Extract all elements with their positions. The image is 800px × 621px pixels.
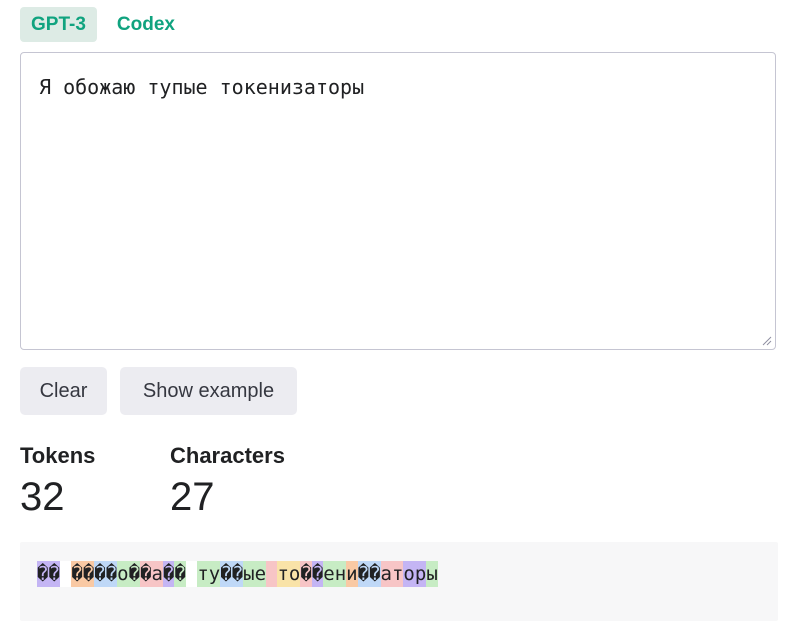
token-span: ен [323,561,347,587]
token-span: � [128,561,141,587]
token-span: и [346,561,358,587]
token-highlight-row: � � � � � � о � � а � � ту � � ые то � � ен и � � ат ор ы [37,561,438,587]
token-span: то [277,561,301,587]
token-span: ор [403,561,427,587]
model-tabs: GPT-3 Codex [20,7,186,42]
token-span: � [174,561,186,587]
prompt-text: Я обожаю тупые токенизаторы [39,75,365,99]
token-span: � [220,561,232,587]
characters-label: Characters [170,443,285,468]
show-example-button[interactable]: Show example [120,367,297,415]
token-span [266,561,278,587]
token-span: � [71,561,83,587]
token-span: � [357,561,370,587]
resize-handle-icon[interactable] [762,336,772,346]
token-span: ат [380,561,404,587]
token-span [59,561,72,587]
token-span: � [48,561,60,587]
token-span: � [300,561,312,587]
token-span: � [231,561,244,587]
characters-stat: Characters 27 [170,443,285,520]
token-span: � [311,561,324,587]
characters-count: 27 [170,475,215,519]
token-span: � [37,561,49,587]
token-output-panel: � � � � � � о � � а � � ту � � ые то � � ен и � � ат ор ы [20,542,778,621]
token-span: а [151,561,163,587]
token-span: ту [197,561,221,587]
prompt-textarea[interactable]: Я обожаю тупые токенизаторы [20,52,776,350]
tokens-count: 32 [20,475,65,519]
tokens-stat: Tokens 32 [20,443,95,520]
token-span: � [94,561,106,587]
token-span: � [369,561,381,587]
token-span: ые [243,561,267,587]
token-span: � [105,561,118,587]
token-span: � [82,561,95,587]
token-span: ы [426,561,438,587]
tokens-label: Tokens [20,443,96,468]
tab-gpt3[interactable]: GPT-3 [20,7,97,42]
token-span: � [140,561,152,587]
tab-codex[interactable]: Codex [106,7,186,42]
token-span [185,561,198,587]
token-span: � [162,561,175,587]
token-span: о [117,561,129,587]
clear-button[interactable]: Clear [20,367,107,415]
